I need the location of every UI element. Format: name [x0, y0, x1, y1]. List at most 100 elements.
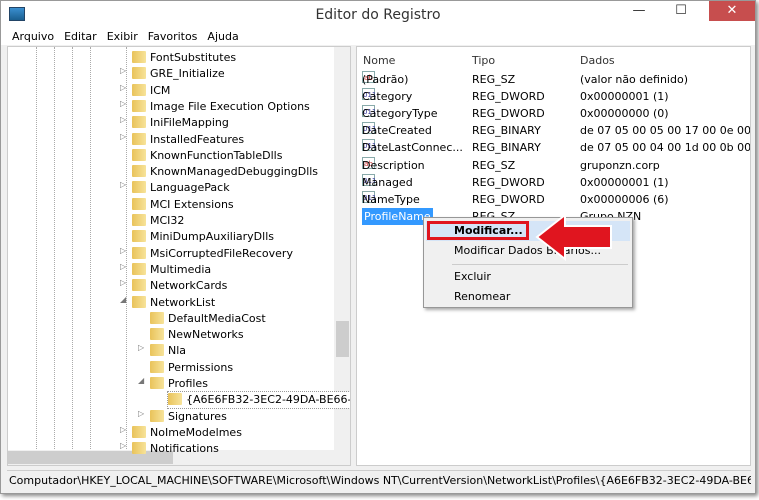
expand-arrow-icon[interactable]: ▷	[120, 180, 126, 189]
column-header-nome[interactable]: Nome	[363, 52, 395, 70]
value-name: DateCreated	[362, 124, 432, 138]
menu-ajuda[interactable]: Ajuda	[202, 29, 243, 45]
expand-arrow-icon[interactable]: ▷	[120, 115, 126, 124]
folder-icon	[150, 344, 164, 357]
tree-item[interactable]: DefaultMediaCost	[150, 311, 266, 327]
tree-item-label: Image File Execution Options	[150, 99, 310, 113]
tree-item[interactable]: MiniDumpAuxiliaryDlls	[132, 229, 274, 245]
tree-item[interactable]: NewNetworks	[150, 327, 244, 343]
registry-tree[interactable]: FontSubstitutes ▷ GRE_Initialize ▷ ICM ▷ Image…	[7, 46, 351, 466]
collapse-arrow-icon[interactable]: ◢	[120, 295, 126, 304]
tree-item[interactable]: {A6E6FB32-3EC2-49DA-BE66-AI	[166, 391, 351, 410]
tree-item[interactable]: Profiles	[150, 376, 208, 392]
expand-arrow-icon[interactable]: ▷	[120, 441, 126, 450]
menu-exibir[interactable]: Exibir	[102, 29, 143, 45]
tree-item-label: NetworkList	[150, 295, 216, 309]
folder-icon	[132, 148, 146, 161]
tree-item-label: KnownFunctionTableDlls	[150, 148, 283, 162]
tree-item[interactable]: Nla	[150, 343, 186, 359]
tree-item-label: IniFileMapping	[150, 116, 229, 130]
folder-icon	[132, 51, 146, 63]
tree-item[interactable]: InstalledFeatures	[132, 132, 244, 148]
collapse-arrow-icon[interactable]: ◢	[138, 376, 144, 385]
expand-arrow-icon[interactable]: ▷	[120, 278, 126, 287]
folder-icon	[150, 360, 164, 373]
tree-item-label: {A6E6FB32-3EC2-49DA-BE66-AI	[186, 393, 351, 407]
folder-icon	[132, 165, 146, 178]
tree-item[interactable]: NetworkList	[132, 295, 215, 311]
list-row[interactable]: ab Description REG_SZ gruponzn.corp	[357, 156, 750, 174]
column-header-dados[interactable]: Dados	[580, 52, 615, 70]
value-name: DateLastConnec...	[362, 141, 463, 155]
title-bar: Editor do Registro — ☐ ✕	[1, 1, 755, 29]
menu-item-excluir[interactable]: Excluir	[426, 267, 630, 287]
tree-item[interactable]: Notifications	[132, 441, 219, 457]
menu-editar[interactable]: Editar	[59, 29, 102, 45]
list-row[interactable]: 011 DateCreated REG_BINARY de 07 05 00 05 …	[357, 122, 750, 139]
folder-icon	[132, 230, 146, 243]
value-type: REG_DWORD	[472, 107, 545, 121]
expand-arrow-icon[interactable]: ▷	[120, 425, 126, 434]
tree-item[interactable]: Image File Execution Options	[132, 99, 310, 115]
tree-item[interactable]: IniFileMapping	[132, 115, 229, 131]
tree-vertical-scrollbar[interactable]	[334, 47, 350, 452]
folder-icon	[132, 425, 146, 438]
tree-item[interactable]: Multimedia	[132, 262, 211, 278]
close-button[interactable]: ✕	[709, 1, 755, 21]
tree-item[interactable]: MsiCorruptedFileRecovery	[132, 246, 293, 262]
tree-item[interactable]: GRE_Initialize	[132, 66, 225, 82]
folder-icon	[132, 197, 146, 210]
expand-arrow-icon[interactable]: ▷	[138, 343, 144, 352]
list-row[interactable]: 011 CategoryType REG_DWORD 0x00000000 (0)	[357, 105, 750, 122]
tree-item[interactable]: MCI32	[132, 213, 184, 229]
folder-icon	[150, 311, 164, 324]
expand-arrow-icon[interactable]: ▷	[138, 409, 144, 418]
expand-arrow-icon[interactable]: ▷	[120, 83, 126, 92]
maximize-button[interactable]: ☐	[667, 1, 695, 21]
folder-icon	[132, 262, 146, 275]
list-row[interactable]: 011 Category REG_DWORD 0x00000001 (1)	[357, 88, 750, 105]
menu-favoritos[interactable]: Favoritos	[143, 29, 203, 45]
list-row[interactable]: 011 DateLastConnec... REG_BINARY de 07 05 …	[357, 139, 750, 156]
tree-item[interactable]: NoImeModelmes	[132, 425, 242, 441]
tree-item[interactable]: MCI Extensions	[132, 197, 234, 213]
value-type: REG_BINARY	[472, 124, 541, 138]
tree-item[interactable]: FontSubstitutes	[132, 50, 236, 66]
tree-item[interactable]: ICM	[132, 83, 170, 99]
value-data: de 07 05 00 05 00 17 00 0e 00 34 00 1	[580, 124, 751, 138]
tree-item[interactable]: Signatures	[150, 409, 227, 425]
tree-item[interactable]: KnownFunctionTableDlls	[132, 148, 282, 164]
menu-arquivo[interactable]: Arquivo	[7, 29, 59, 45]
list-row[interactable]: ab (Padrão) REG_SZ (valor não definido)	[357, 71, 750, 88]
value-type: REG_DWORD	[472, 90, 545, 104]
minimize-button[interactable]: —	[625, 1, 653, 21]
list-row[interactable]: 011 NameType REG_DWORD 0x00000006 (6)	[357, 190, 750, 208]
value-data: 0x00000001 (1)	[580, 90, 669, 104]
tree-item-label: LanguagePack	[150, 181, 230, 195]
folder-icon	[132, 116, 146, 129]
scroll-thumb[interactable]	[336, 321, 349, 357]
tree-item[interactable]: KnownManagedDebuggingDlls	[132, 164, 318, 180]
expand-arrow-icon[interactable]: ▷	[120, 262, 126, 271]
tree-item-label: NoImeModelmes	[150, 425, 242, 439]
expand-arrow-icon[interactable]: ▷	[120, 246, 126, 255]
value-data: 0x00000006 (6)	[580, 192, 669, 206]
expand-arrow-icon[interactable]: ▷	[120, 66, 126, 75]
tree-item[interactable]: Permissions	[150, 360, 233, 376]
expand-arrow-icon[interactable]: ▷	[120, 132, 126, 141]
value-type: REG_DWORD	[472, 175, 545, 189]
tree-item[interactable]: NetworkCards	[132, 278, 227, 294]
column-header-tipo[interactable]: Tipo	[472, 52, 495, 70]
value-name: (Padrão)	[362, 73, 409, 86]
value-data: gruponzn.corp	[580, 158, 660, 172]
expand-arrow-icon[interactable]: ▷	[120, 99, 126, 108]
tree-item-label: Profiles	[168, 377, 208, 390]
value-name: Managed	[362, 175, 413, 189]
tree-item-label: Permissions	[168, 360, 234, 374]
list-row[interactable]: 011 Managed REG_DWORD 0x00000001 (1)	[357, 173, 750, 191]
menu-item-renomear[interactable]: Renomear	[426, 287, 630, 307]
tree-item-label: FontSubstitutes	[150, 51, 237, 64]
tree-item[interactable]: LanguagePack	[132, 180, 230, 196]
tree-item-label: Nla	[168, 344, 187, 358]
folder-icon	[150, 377, 164, 389]
